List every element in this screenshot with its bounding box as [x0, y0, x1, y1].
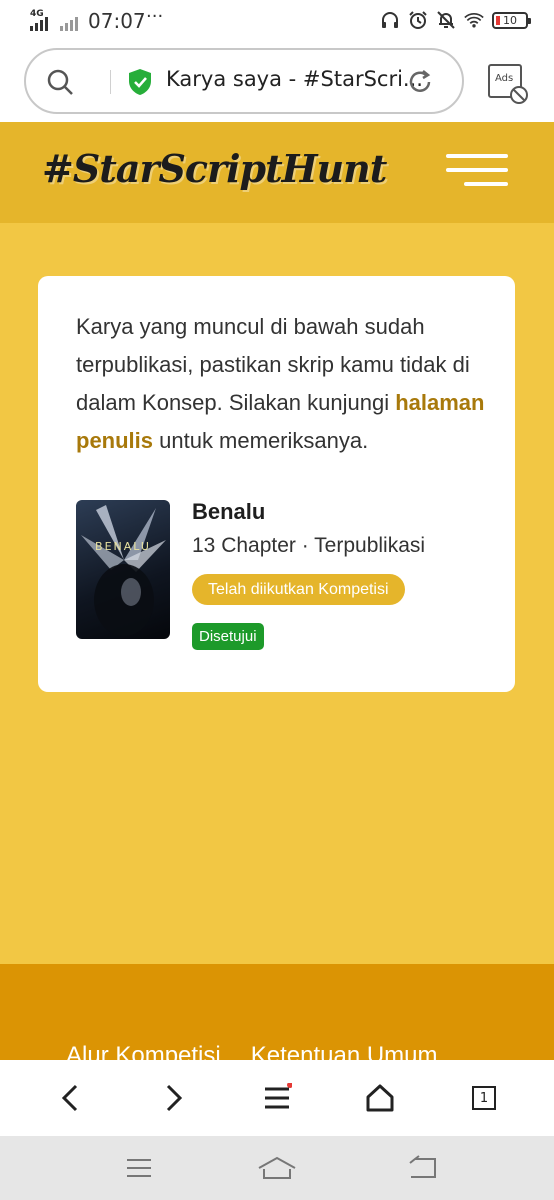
system-back-icon [409, 1155, 436, 1178]
browser-toolbar: 1 [0, 1060, 554, 1136]
info-message: Karya yang muncul di bawah sudah terpubl… [76, 308, 496, 460]
back-button[interactable] [52, 1080, 88, 1116]
wifi-icon [464, 13, 484, 28]
more-notifications-icon: ··· [146, 6, 164, 27]
cover-title: BENALU [95, 540, 151, 553]
ads-label: Ads [495, 73, 514, 84]
menu-icon [265, 1083, 292, 1109]
home-button[interactable] [362, 1080, 398, 1116]
ad-block-icon [488, 64, 528, 104]
mute-icon [437, 11, 455, 29]
tabs-button[interactable]: 1 [466, 1080, 502, 1116]
system-home-icon [258, 1156, 296, 1179]
browser-menu-button[interactable] [259, 1080, 295, 1116]
signal-icon [30, 17, 48, 31]
competition-badge: Telah diikutkan Kompetisi [192, 574, 405, 605]
address-divider [110, 70, 111, 94]
secure-shield-icon[interactable] [127, 68, 153, 96]
status-bar: 4G 07:07 ··· 10 [0, 0, 554, 42]
book-cover[interactable]: BENALU [76, 500, 170, 639]
address-bar[interactable]: Karya saya - #StarScri... [24, 48, 464, 114]
info-message-text-end: untuk memeriksanya. [153, 428, 369, 453]
chevron-left-icon [61, 1084, 78, 1112]
status-badge: Disetujui [192, 623, 264, 650]
site-header: #StarScriptHunt [0, 122, 554, 223]
ad-block-button[interactable]: Ads [486, 62, 530, 106]
forward-button[interactable] [156, 1080, 192, 1116]
site-logo[interactable]: #StarScriptHunt [42, 146, 387, 191]
url-text[interactable]: Karya saya - #StarScri... [166, 67, 426, 91]
clock: 07:07 [88, 9, 146, 33]
system-back-button[interactable] [403, 1153, 443, 1183]
site-footer: Alur Kompetisi Ketentuan Umum [0, 964, 554, 1064]
browser-address-area: Karya saya - #StarScri... Ads [0, 42, 554, 122]
chevron-right-icon [166, 1084, 183, 1112]
book-meta: 13 Chapter · Terpublikasi [192, 534, 426, 557]
alarm-icon [409, 11, 427, 29]
recents-icon [127, 1159, 151, 1177]
works-card: Karya yang muncul di bawah sudah terpubl… [38, 276, 515, 692]
menu-line [446, 168, 508, 172]
battery-icon: 10 [492, 11, 531, 29]
menu-button[interactable] [446, 154, 508, 188]
recents-button[interactable] [119, 1153, 159, 1183]
battery-level: 10 [503, 13, 517, 27]
headphones-icon [382, 12, 398, 28]
signal-icon-2 [60, 17, 78, 31]
reload-icon[interactable] [406, 68, 434, 96]
home-icon [366, 1084, 394, 1112]
system-home-button[interactable] [257, 1153, 297, 1183]
search-icon[interactable] [46, 68, 74, 96]
system-nav-bar [0, 1136, 554, 1200]
tab-count: 1 [472, 1086, 496, 1110]
book-title[interactable]: Benalu [192, 499, 265, 525]
menu-line [446, 154, 508, 158]
menu-line [464, 182, 508, 186]
cover-art [81, 505, 166, 636]
